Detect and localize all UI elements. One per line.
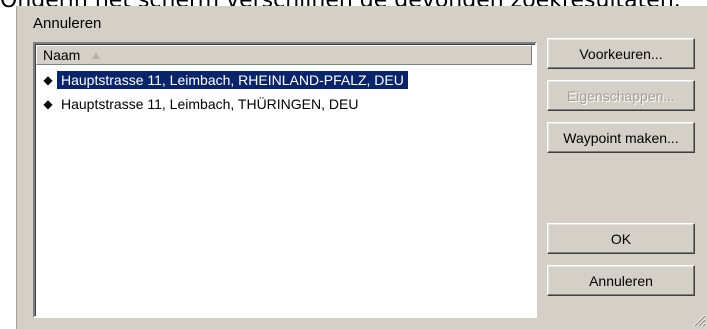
resize-grip-icon[interactable] <box>692 313 706 327</box>
cancel-button[interactable]: Annuleren <box>547 265 695 296</box>
list-item-label: Hauptstrasse 11, Leimbach, THÜRINGEN, DE… <box>61 96 359 112</box>
preferences-button[interactable]: Voorkeuren... <box>547 38 695 69</box>
search-results-dialog: Annuleren Naam ◆ Hauptstrasse 11, Leimba… <box>16 6 707 329</box>
sort-ascending-icon <box>92 51 101 59</box>
column-header-label: Naam <box>43 47 81 63</box>
properties-button[interactable]: Eigenschappen... <box>547 80 695 111</box>
column-header-name[interactable]: Naam <box>36 45 532 65</box>
ok-button[interactable]: OK <box>547 223 695 254</box>
bullet-icon: ◆ <box>43 73 53 87</box>
make-waypoint-button[interactable]: Waypoint maken... <box>547 122 695 153</box>
list-item[interactable]: ◆ Hauptstrasse 11, Leimbach, RHEINLAND-P… <box>39 70 408 90</box>
list-item[interactable]: ◆ Hauptstrasse 11, Leimbach, THÜRINGEN, … <box>39 94 362 114</box>
list-item-label: Hauptstrasse 11, Leimbach, RHEINLAND-PFA… <box>57 71 408 89</box>
bullet-icon: ◆ <box>43 97 53 111</box>
results-listview[interactable]: Naam ◆ Hauptstrasse 11, Leimbach, RHEINL… <box>33 42 537 318</box>
group-label: Annuleren <box>33 15 102 32</box>
